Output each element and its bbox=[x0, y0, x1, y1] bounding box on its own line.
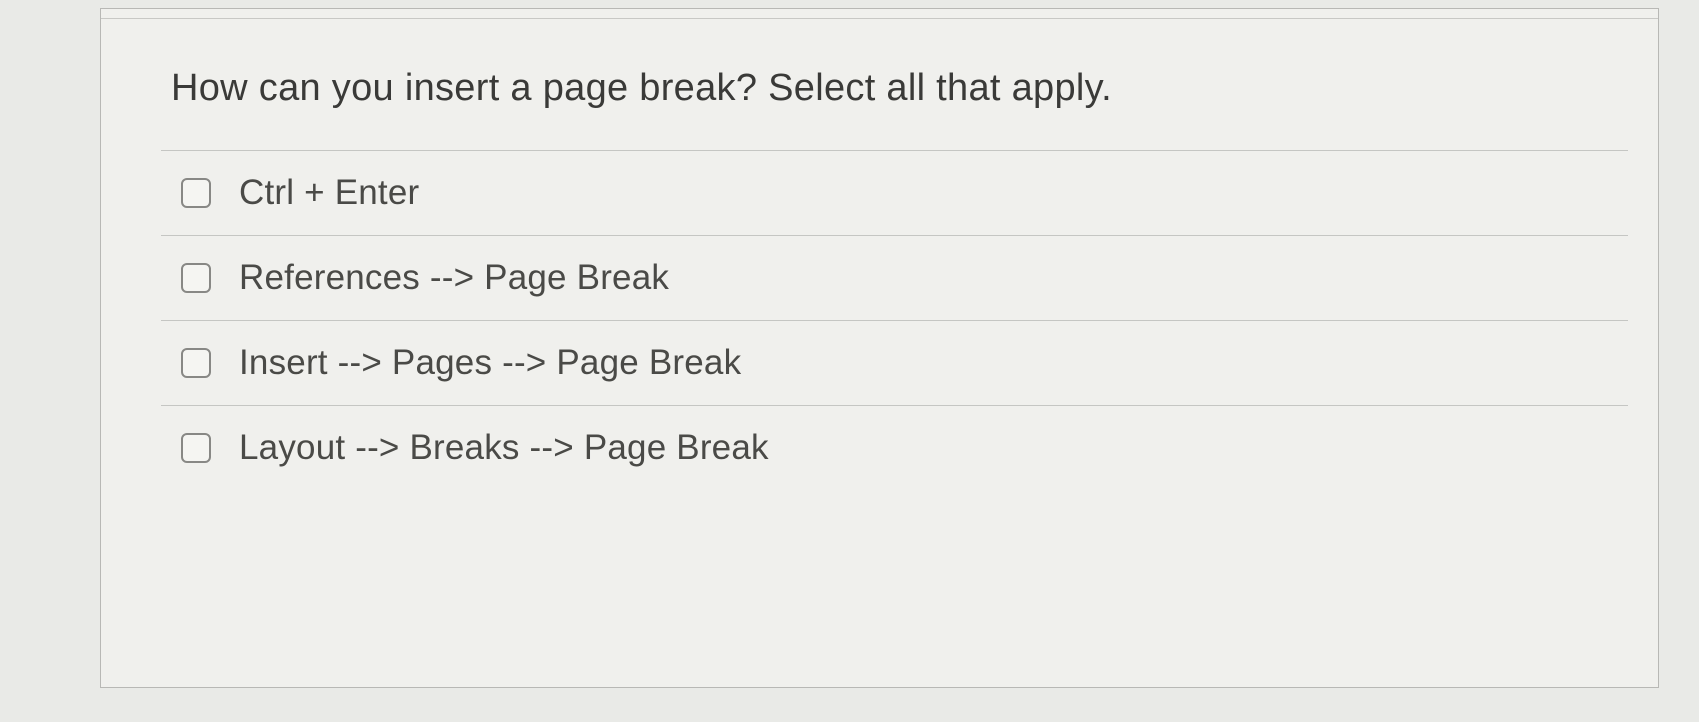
card-top-border bbox=[101, 9, 1658, 19]
option-label: Insert --> Pages --> Page Break bbox=[239, 343, 741, 383]
option-label: References --> Page Break bbox=[239, 258, 669, 298]
option-row[interactable]: Ctrl + Enter bbox=[161, 150, 1628, 235]
option-label: Ctrl + Enter bbox=[239, 173, 419, 213]
option-row[interactable]: Insert --> Pages --> Page Break bbox=[161, 320, 1628, 405]
option-row[interactable]: References --> Page Break bbox=[161, 235, 1628, 320]
checkbox[interactable] bbox=[181, 348, 211, 378]
question-card: How can you insert a page break? Select … bbox=[100, 8, 1659, 688]
checkbox[interactable] bbox=[181, 433, 211, 463]
checkbox[interactable] bbox=[181, 178, 211, 208]
checkbox[interactable] bbox=[181, 263, 211, 293]
page-background: How can you insert a page break? Select … bbox=[0, 0, 1699, 722]
option-row[interactable]: Layout --> Breaks --> Page Break bbox=[161, 405, 1628, 490]
options-list: Ctrl + Enter References --> Page Break I… bbox=[101, 150, 1658, 490]
question-prompt: How can you insert a page break? Select … bbox=[101, 19, 1658, 150]
option-label: Layout --> Breaks --> Page Break bbox=[239, 428, 769, 468]
